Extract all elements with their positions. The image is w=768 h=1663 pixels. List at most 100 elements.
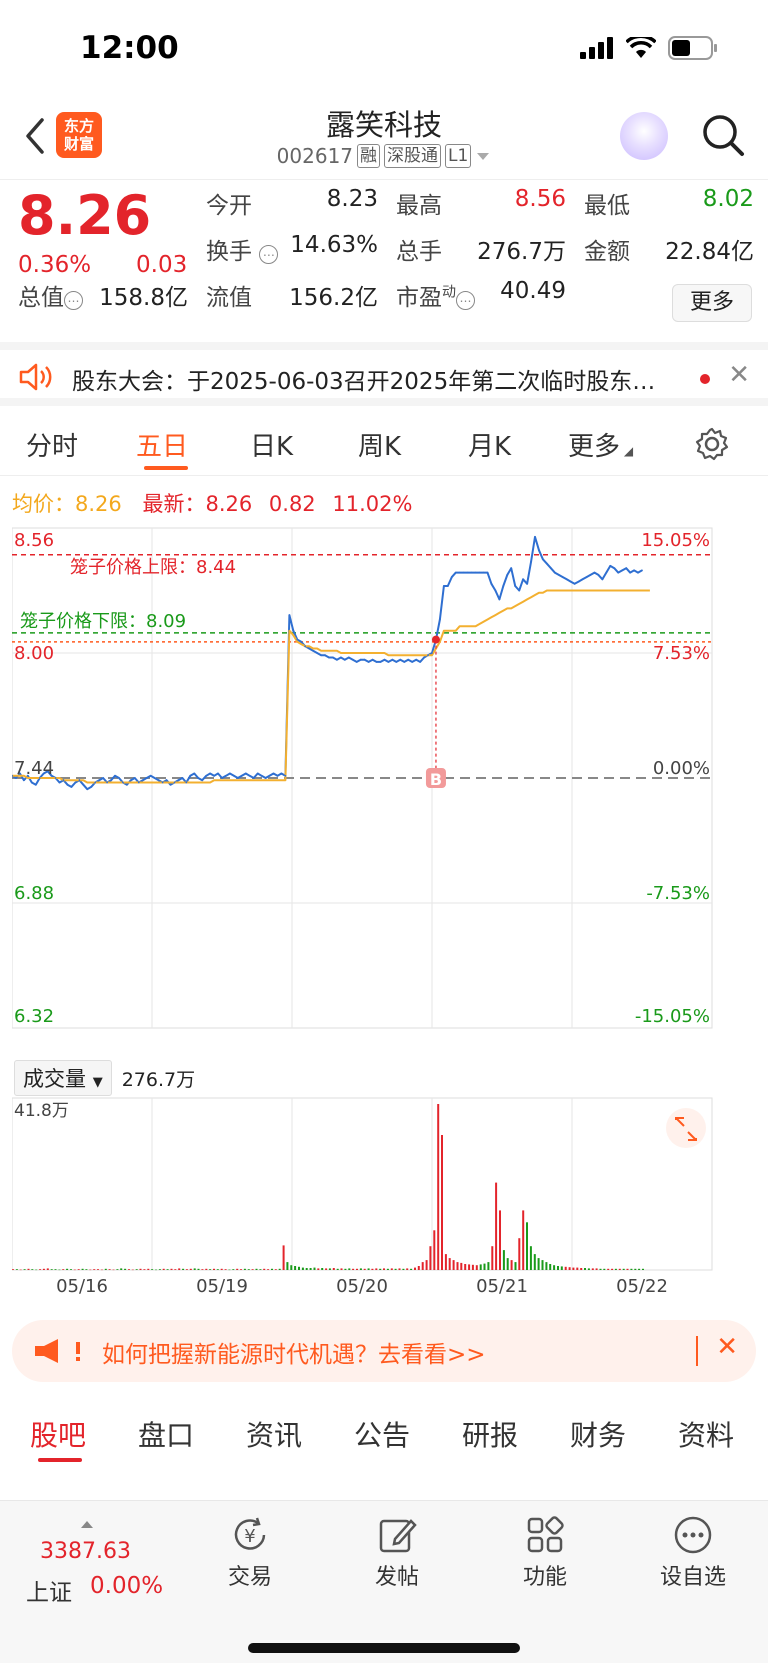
price-point: [110, 779, 112, 782]
volume-bar: [19, 1269, 22, 1271]
price-point: [375, 661, 378, 663]
notice-bar[interactable]: 股东大会：于2025-06-03召开2025年第二次临时股东大会 ✕: [0, 342, 768, 406]
price-point: [264, 777, 267, 779]
info-icon[interactable]: …: [259, 245, 279, 264]
price-point: [86, 788, 89, 791]
gear-icon[interactable]: [694, 426, 730, 462]
tab-weekly-k[interactable]: 周K: [358, 426, 401, 463]
volume-bar: [336, 1268, 339, 1270]
volume-bar: [344, 1268, 347, 1270]
tab-profile[interactable]: 资料: [678, 1414, 734, 1454]
volume-bar: [66, 1268, 69, 1270]
price-point: [141, 779, 144, 782]
more-button[interactable]: 更多: [672, 284, 752, 322]
last-price: 8.26: [18, 184, 152, 247]
volume-bar: [506, 1258, 509, 1270]
price-point: [169, 783, 172, 786]
price-point: [256, 772, 259, 775]
price-point: [439, 618, 441, 621]
tab-monthly-k[interactable]: 月K: [468, 426, 511, 463]
tab-guba[interactable]: 股吧: [30, 1414, 86, 1454]
info-icon[interactable]: …: [64, 291, 83, 310]
close-icon[interactable]: ✕: [716, 1332, 738, 1362]
cellular-signal-icon: [580, 37, 613, 59]
volume-bar: [240, 1269, 242, 1270]
volume-bar: [359, 1268, 362, 1270]
price-point: [423, 656, 425, 659]
volume-bar: [614, 1268, 617, 1270]
tab-daily-k[interactable]: 日K: [250, 426, 293, 463]
price-point: [236, 777, 239, 779]
tab-more[interactable]: 更多 ◢: [568, 426, 633, 463]
tab-intraday[interactable]: 分时: [26, 426, 78, 463]
volume-chart[interactable]: 41.8万 05/16 05/19 05/20 05/21 05/22: [12, 1096, 756, 1296]
price-point: [526, 582, 528, 585]
close-icon[interactable]: ✕: [728, 360, 750, 390]
volume-bar: [510, 1260, 513, 1270]
price-point: [145, 777, 148, 779]
volume-bar: [618, 1268, 621, 1270]
price-point: [189, 774, 192, 777]
volume-bar: [35, 1269, 38, 1271]
price-point: [165, 779, 168, 782]
volume-bar: [178, 1268, 181, 1270]
volume-bar: [410, 1268, 413, 1270]
search-icon[interactable]: [700, 112, 746, 158]
tab-pankou[interactable]: 盘口: [138, 1414, 194, 1454]
volume-bar: [317, 1268, 320, 1270]
price-point: [161, 781, 164, 784]
volume-bar: [603, 1268, 606, 1270]
volume-bar: [394, 1268, 397, 1270]
volume-bar: [54, 1269, 57, 1270]
volume-bar: [216, 1269, 219, 1270]
promo-banner[interactable]: 如何把握新能源时代机遇？去看看>> ✕: [12, 1320, 756, 1382]
trade-button[interactable]: ¥ 交易: [205, 1513, 295, 1591]
five-day-price-chart[interactable]: B 8.56 8.00 7.44 6.88 6.32 15.05% 7.53% 0.00% -7.…: [12, 526, 756, 1056]
price-point: [340, 656, 342, 659]
tab-research[interactable]: 研报: [462, 1414, 518, 1454]
speaker-icon: [19, 363, 52, 391]
price-point: [534, 536, 536, 538]
volume-bar: [151, 1269, 154, 1270]
index-percent: 0.00%: [90, 1573, 164, 1599]
volume-bar: [155, 1269, 157, 1271]
price-point: [130, 779, 132, 782]
price-point: [292, 629, 295, 632]
price-point: [260, 774, 263, 777]
function-button[interactable]: 功能: [500, 1513, 590, 1591]
add-watchlist-button[interactable]: 设自选: [648, 1513, 738, 1591]
price-point: [300, 640, 303, 643]
y-tick-left: 7.44: [14, 758, 54, 779]
tab-announcements[interactable]: 公告: [354, 1414, 410, 1454]
price-point: [355, 661, 358, 663]
volume-bar: [328, 1268, 331, 1270]
volume-bar: [398, 1268, 401, 1270]
volume-bar: [259, 1269, 262, 1270]
post-button[interactable]: 发帖: [352, 1513, 442, 1591]
volume-bar: [128, 1269, 130, 1270]
info-icon[interactable]: …: [456, 291, 475, 310]
volume-bar: [50, 1269, 53, 1270]
volume-bar: [89, 1269, 92, 1271]
price-point: [569, 580, 572, 583]
price-point: [494, 589, 497, 592]
price-point: [443, 585, 445, 587]
tab-financials[interactable]: 财务: [570, 1414, 626, 1454]
indicator-selector[interactable]: 成交量 ▼: [14, 1060, 112, 1096]
x-tick-label: 05/16: [56, 1276, 108, 1296]
volume-bar: [587, 1268, 590, 1270]
megaphone-icon: [35, 1339, 80, 1363]
price-point: [581, 578, 584, 581]
buy-point: [431, 635, 440, 644]
tab-five-day[interactable]: 五日: [136, 426, 188, 463]
price-point: [462, 571, 465, 574]
buy-marker-label: B: [430, 770, 442, 789]
volume-bar: [560, 1266, 563, 1270]
ai-assistant-avatar[interactable]: [620, 112, 668, 160]
volume-bar: [243, 1268, 246, 1270]
pe-label-text: 市盈: [396, 285, 442, 311]
price-point: [240, 774, 243, 777]
volume-bar: [429, 1246, 432, 1270]
price-point: [229, 772, 231, 775]
tab-news[interactable]: 资讯: [246, 1414, 302, 1454]
